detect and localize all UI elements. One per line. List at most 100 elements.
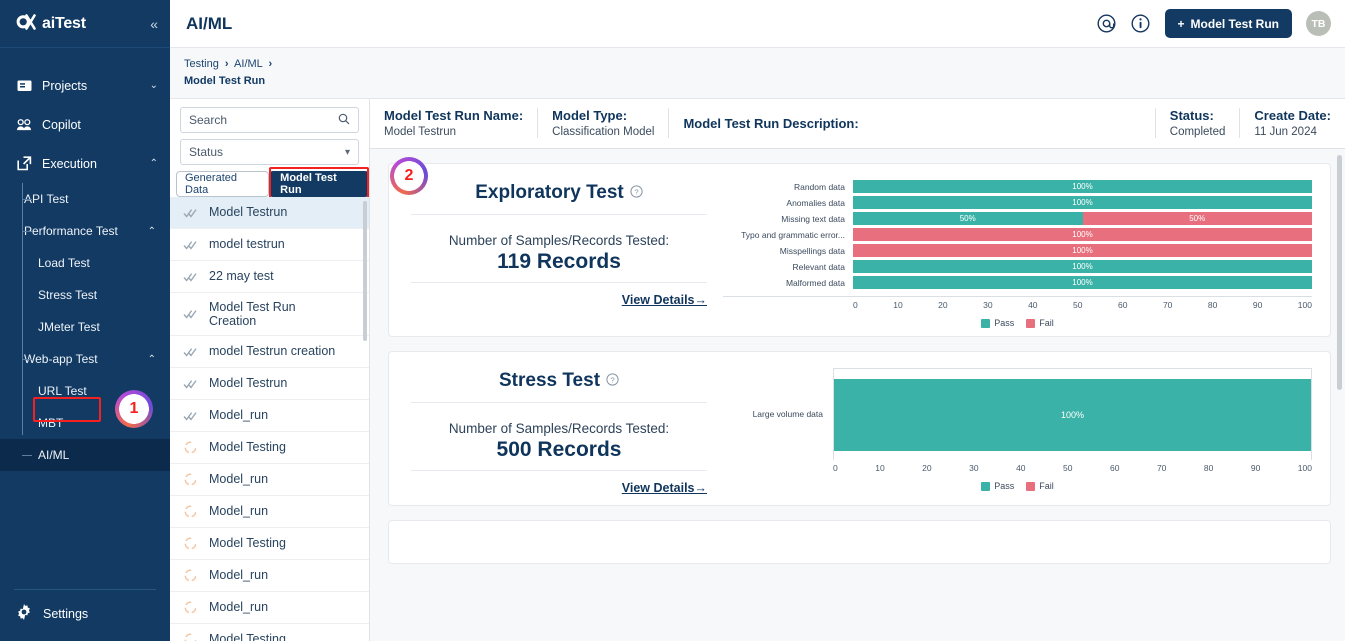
topbar-actions: + Model Test Run TB [1097,9,1331,38]
sidebar-item-projects[interactable]: Projects ⌄ [0,66,170,105]
double-check-icon [182,411,199,421]
content-scrollbar[interactable] [1337,155,1342,391]
chart-bar-fail: 100% [853,228,1312,242]
breadcrumb-bar: Testing › AI/ML › Model Test Run [170,48,1345,100]
breadcrumb-item-aiml[interactable]: AI/ML [234,58,262,70]
card-title: Stress Test ? [411,370,707,404]
chart-category-label: Typo and grammatic error... [741,229,845,240]
annotation-marker-2: 2 [390,157,428,195]
tree-branch-icon [22,199,32,200]
chart-data-label: 100% [1072,262,1093,272]
chart-row: Anomalies data 100% [723,196,1312,210]
create-model-test-run-button[interactable]: + Model Test Run [1164,9,1292,38]
create-button-label: Model Test Run [1190,16,1279,31]
app-root: aiTest « Projects ⌄ Copilot Execution ⌃ … [0,0,1345,641]
sidebar-item-copilot[interactable]: Copilot [0,105,170,144]
chevron-down-icon: ▾ [344,146,350,158]
list-item[interactable]: Model_run [170,560,369,593]
axis-tick: 20 [922,463,932,474]
detail-panel: Model Test Run Name: Model Testrun Model… [370,99,1345,641]
chart-category-label: Missing text data [781,213,845,224]
chevron-down-icon[interactable]: ⌄ [150,80,158,91]
list-item[interactable]: Model Testrun [170,197,369,230]
list-item[interactable]: 22 may test [170,261,369,294]
view-details-link[interactable]: View Details→ [622,477,707,495]
sidebar-item-load-test[interactable]: Load Test [0,247,170,279]
list-item[interactable]: Model_run [170,496,369,529]
chart-bar-track: 100% [853,244,1312,258]
sidebar-item-webapp-test[interactable]: Web-app Test ⌃ [0,343,170,375]
breadcrumb-item-testing[interactable]: Testing [184,58,219,70]
chart-data-label: 100% [1072,278,1093,288]
axis-tick: 80 [1207,300,1218,311]
axis-tick: 60 [1109,463,1120,474]
chevron-up-icon[interactable]: ⌃ [148,354,156,365]
legend-item-pass[interactable]: Pass [981,481,1014,491]
sidebar-item-api-test[interactable]: API Test [0,183,170,215]
collapse-sidebar-icon[interactable]: « [150,16,158,32]
logo-icon [14,14,36,33]
chart-category-label: Relevant data [792,261,845,272]
list-item[interactable]: Model_run [170,592,369,625]
list-item[interactable]: Model Testing [170,624,369,641]
legend-item-fail[interactable]: Fail [1026,481,1054,491]
card-title-text: Stress Test [498,370,601,392]
axis-tick: 90 [1252,300,1263,311]
list-item[interactable]: model Testrun creation [170,336,369,369]
list-item-label: 22 may test [209,269,274,284]
sidebar-item-jmeter-test[interactable]: JMeter Test [0,311,170,343]
list-item[interactable]: Model Testrun [170,368,369,401]
main-area: AI/ML + Model Test Run TB Testing › AI/M [170,0,1345,641]
test-run-list[interactable]: Model Testrun model testrun 22 may test … [170,197,369,641]
view-details-label: View Details [621,293,695,308]
sidebar-item-performance-test[interactable]: Performance Test ⌃ [0,215,170,247]
info-icon[interactable] [1131,14,1151,34]
chart-bar-track: 100% [853,180,1312,194]
view-details-link[interactable]: View Details→ [622,289,707,307]
chart-category-label: Malformed data [785,277,845,288]
list-scrollbar[interactable] [363,201,367,342]
double-check-icon [182,208,199,218]
chevron-up-icon[interactable]: ⌃ [148,226,156,237]
meta-status: Status: Completed [1154,108,1240,139]
avatar[interactable]: TB [1306,11,1331,36]
tab-generated-data[interactable]: Generated Data [176,171,270,198]
legend-item-fail[interactable]: Fail [1026,318,1054,328]
sidebar-item-execution[interactable]: Execution ⌃ [0,144,170,183]
help-icon[interactable]: ? [606,373,619,389]
axis-spacer [723,463,833,473]
list-item[interactable]: Model_run [170,400,369,433]
axis-tick: 70 [1162,300,1173,311]
sidebar-item-stress-test[interactable]: Stress Test [0,279,170,311]
list-item[interactable]: Model Test Run Creation [170,293,369,337]
meta-label: Status: [1169,108,1214,124]
tab-model-test-run[interactable]: Model Test Run [269,171,369,198]
search-icon[interactable] [338,113,350,128]
axis-tick-labels: 0 10 20 30 40 50 60 70 80 90 100 [853,300,1312,310]
chart-row: Relevant data 100% [723,260,1312,274]
list-item[interactable]: Model_run [170,464,369,497]
search-input[interactable]: Search [180,107,359,134]
legend-item-pass[interactable]: Pass [981,318,1014,328]
cards-scroll-area[interactable]: Exploratory Test ? Number of Samples/Rec… [370,149,1345,641]
list-item[interactable]: model testrun [170,229,369,262]
chart-x-axis: 0 10 20 30 40 50 60 70 80 90 100 [723,296,1312,310]
list-item[interactable]: Model Testing [170,432,369,465]
sidebar-item-settings[interactable]: Settings [14,604,156,641]
stress-test-card: Stress Test ? Number of Samples/Records … [388,351,1331,507]
chevron-up-icon[interactable]: ⌃ [150,158,158,169]
legend-label: Pass [994,481,1015,492]
brand-header: aiTest « [0,0,170,48]
mention-icon[interactable] [1097,14,1117,34]
double-check-icon [182,272,199,282]
status-filter-select[interactable]: Status ▾ [180,139,359,166]
samples-value: 500 Records [496,438,622,462]
sidebar-subitem-label: URL Test [38,384,87,398]
meta-value: Classification Model [552,126,655,139]
sidebar-item-label: Copilot [42,117,81,132]
help-icon[interactable]: ? [630,185,643,201]
axis-tick: 90 [1250,463,1261,474]
chart-legend: Pass Fail [723,318,1312,328]
list-item[interactable]: Model Testing [170,528,369,561]
sidebar-item-ai-ml[interactable]: AI/ML [0,439,170,471]
